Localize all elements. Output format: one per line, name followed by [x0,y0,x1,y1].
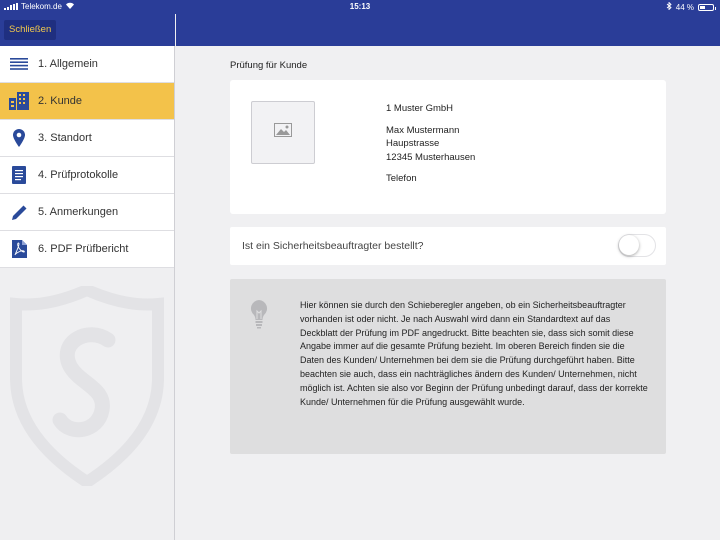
pdf-icon [0,240,38,258]
list-icon [0,58,38,70]
close-button[interactable]: Schließen [4,20,57,40]
safety-officer-row: Ist ein Sicherheitsbeauftragter bestellt… [230,227,666,265]
sidebar-item-label: 2. Kunde [38,95,83,107]
customer-contact: Max Mustermann [386,124,460,136]
info-box: Hier können sie durch den Schieberegler … [230,279,666,454]
battery-icon [698,3,716,11]
location-pin-icon [0,129,38,147]
customer-street: Haupstrasse [386,138,440,149]
sidebar-item-label: 6. PDF Prüfbericht [38,243,129,255]
sidebar-item-label: 5. Anmerkungen [38,206,119,218]
customer-card: 1 Muster GmbH Max Mustermann Haupstrasse… [230,80,666,214]
customer-details: 1 Muster GmbH Max Mustermann Haupstrasse… [386,102,475,186]
sidebar-item-label: 1. Allgemein [38,58,98,70]
sidebar-navbar: Schließen [0,14,175,46]
sidebar-item-label: 4. Prüfprotokolle [38,169,119,181]
customer-phone: Telefon [386,173,417,184]
info-text: Hier können sie durch den Schieberegler … [300,300,648,407]
sidebar-item-pruefprotokolle[interactable]: 4. Prüfprotokolle [0,157,174,194]
sidebar: 1. Allgemein 2. Kunde 3. Standort 4. Prü… [0,46,175,540]
sidebar-item-standort[interactable]: 3. Standort [0,120,174,157]
bluetooth-icon [666,1,672,12]
sidebar-item-label: 3. Standort [38,132,92,144]
sidebar-item-allgemein[interactable]: 1. Allgemein [0,46,174,83]
status-bar: Telekom.de 15:13 44 % [0,0,720,14]
lightbulb-icon [249,299,269,334]
building-icon [0,92,38,110]
customer-image-placeholder[interactable] [251,101,315,164]
sidebar-item-kunde[interactable]: 2. Kunde [0,83,174,120]
battery-fill [700,5,706,9]
status-right: 44 % [666,1,716,12]
sidebar-menu: 1. Allgemein 2. Kunde 3. Standort 4. Prü… [0,46,174,268]
toggle-knob [619,235,639,255]
customer-company: 1 Muster GmbH [386,103,454,114]
main-navbar [176,14,720,46]
safety-officer-label: Ist ein Sicherheitsbeauftragter bestellt… [242,240,424,252]
battery-percent: 44 % [675,2,694,12]
main-content: Prüfung für Kunde 1 Muster GmbH Max Must… [176,46,720,540]
section-title: Prüfung für Kunde [230,60,308,71]
sidebar-item-anmerkungen[interactable]: 5. Anmerkungen [0,194,174,231]
image-icon [274,123,292,142]
sidebar-item-pdf-pruefbericht[interactable]: 6. PDF Prüfbericht [0,231,174,268]
document-icon [0,166,38,184]
status-time: 15:13 [349,2,371,11]
pencil-icon [0,204,38,221]
safety-officer-toggle[interactable] [618,234,656,257]
shield-logo-watermark [10,283,164,491]
customer-city: 12345 Musterhausen [386,151,476,163]
